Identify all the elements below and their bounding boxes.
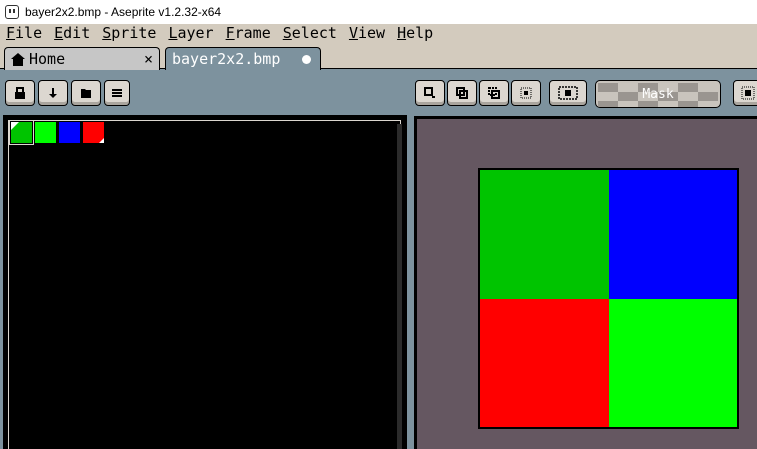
arrow-down-icon — [49, 88, 57, 98]
menu-file[interactable]: File — [0, 24, 42, 44]
palette-sort-button[interactable] — [38, 80, 68, 106]
selection-replace-button[interactable] — [415, 80, 445, 106]
palette-panel — [3, 115, 407, 449]
menu-select[interactable]: Select — [277, 24, 337, 44]
sprite-canvas[interactable] — [478, 168, 739, 429]
palette-grid — [8, 120, 401, 449]
palette-swatch[interactable] — [58, 121, 81, 144]
close-icon[interactable]: × — [144, 50, 153, 68]
menu-edit[interactable]: Edit — [48, 24, 90, 44]
menu-frame[interactable]: Frame — [220, 24, 271, 44]
tab-file-label: bayer2x2.bmp — [172, 50, 281, 68]
palette-options-button[interactable] — [104, 80, 130, 106]
tab-bar: Home × bayer2x2.bmp — [0, 44, 757, 72]
mask-label: Mask — [642, 87, 674, 102]
folder-icon — [81, 89, 91, 98]
window-title: bayer2x2.bmp - Aseprite v1.2.32-x64 — [25, 5, 222, 19]
sprite-pixel[interactable] — [608, 170, 737, 299]
sprite-pixel[interactable] — [480, 298, 609, 427]
menu-help[interactable]: Help — [391, 24, 433, 44]
mask-button[interactable]: Mask — [595, 80, 721, 108]
foreground-color-marker — [11, 122, 19, 130]
home-icon — [11, 52, 25, 66]
pixel-selection-icon — [558, 86, 578, 100]
selection-add-button[interactable] — [447, 80, 477, 106]
pixel-perfect-button[interactable] — [549, 80, 587, 106]
menu-layer[interactable]: Layer — [162, 24, 213, 44]
sprite-pixel[interactable] — [480, 170, 609, 299]
sprite-pixel[interactable] — [608, 298, 737, 427]
selection-intersect-icon — [520, 87, 532, 99]
palette-lock-button[interactable] — [5, 80, 35, 106]
selection-intersect-button[interactable] — [511, 80, 541, 106]
grid-icon — [741, 86, 755, 100]
selection-subtract-icon — [488, 87, 500, 99]
menu-sprite[interactable]: Sprite — [96, 24, 156, 44]
aseprite-app-icon — [5, 5, 19, 19]
more-tools-button[interactable] — [733, 80, 757, 106]
tab-bayer2x2[interactable]: bayer2x2.bmp — [165, 47, 321, 70]
selection-add-icon — [456, 87, 468, 99]
window-titlebar: bayer2x2.bmp - Aseprite v1.2.32-x64 — [0, 0, 757, 24]
selection-replace-icon — [424, 87, 435, 98]
background-color-marker — [99, 138, 104, 143]
palette-swatch[interactable] — [10, 121, 33, 144]
tab-home-label: Home — [29, 50, 66, 68]
palette-swatch[interactable] — [82, 121, 105, 144]
palette-swatch[interactable] — [34, 121, 57, 144]
palette-scrollbar[interactable] — [397, 124, 402, 449]
menu-bar: File Edit Sprite Layer Frame Select View… — [0, 24, 757, 44]
selection-subtract-button[interactable] — [479, 80, 509, 106]
tab-home[interactable]: Home × — [4, 47, 160, 70]
lock-icon — [15, 87, 25, 99]
palette-presets-button[interactable] — [71, 80, 101, 106]
menu-icon — [112, 89, 122, 97]
modified-dot-icon[interactable] — [302, 55, 311, 64]
menu-view[interactable]: View — [343, 24, 385, 44]
